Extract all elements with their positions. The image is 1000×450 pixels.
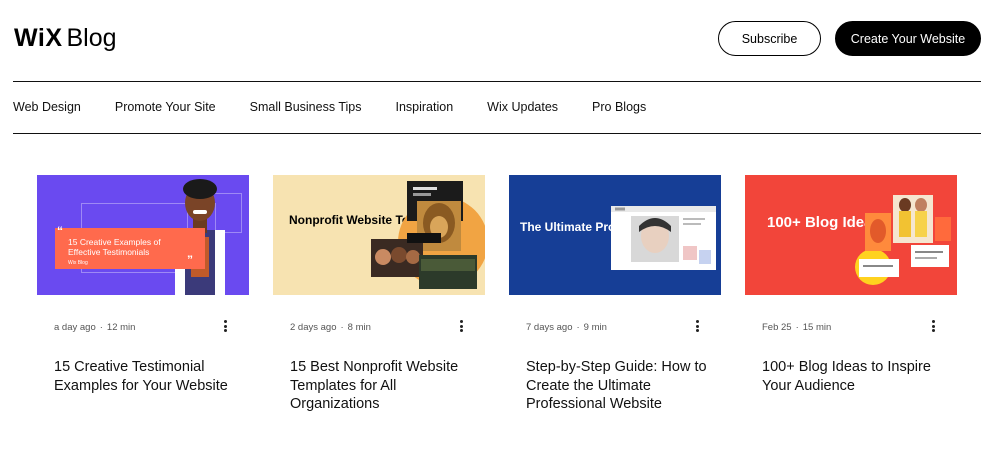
site-header: WiX Blog Subscribe Create Your Website bbox=[0, 0, 1000, 80]
post-read-time: 12 min bbox=[106, 322, 136, 333]
post-thumbnail[interactable]: Nonprofit Website Templates bbox=[273, 175, 485, 295]
post-title[interactable]: 100+ Blog Ideas to Inspire Your Audience bbox=[762, 358, 957, 395]
post-meta: 7 days ago · 9 min bbox=[526, 322, 607, 333]
post-meta: a day ago · 12 min bbox=[54, 322, 136, 333]
post-date: 7 days ago bbox=[526, 322, 573, 333]
post-meta: Feb 25 · 15 min bbox=[762, 322, 832, 333]
more-options-icon[interactable] bbox=[220, 320, 230, 334]
nav-divider bbox=[13, 133, 981, 134]
post-card: 15 Creative Examples of Effective Testim… bbox=[37, 175, 249, 394]
nav-item-wix-updates[interactable]: Wix Updates bbox=[487, 100, 558, 116]
nav-item-web-design[interactable]: Web Design bbox=[13, 100, 81, 116]
browser-content-illustration bbox=[611, 206, 716, 264]
logo-blog-text: Blog bbox=[66, 24, 117, 52]
thumbnail-text: 15 Creative Examples of Effective Testim… bbox=[68, 237, 161, 257]
post-read-time: 8 min bbox=[347, 322, 371, 333]
blog-ideas-collage-illustration bbox=[855, 195, 951, 285]
header-divider bbox=[13, 81, 981, 82]
browser-mockup bbox=[611, 206, 716, 270]
quote-close-icon: ” bbox=[187, 253, 193, 267]
more-options-icon[interactable] bbox=[692, 320, 702, 334]
post-thumbnail[interactable]: 100+ Blog Ideas bbox=[745, 175, 957, 295]
post-title[interactable]: 15 Best Nonprofit Website Templates for … bbox=[290, 358, 485, 414]
more-options-icon[interactable] bbox=[456, 320, 466, 334]
post-read-time: 15 min bbox=[802, 322, 832, 333]
nav-item-promote-your-site[interactable]: Promote Your Site bbox=[115, 100, 216, 116]
subscribe-button[interactable]: Subscribe bbox=[718, 21, 821, 56]
post-date: a day ago bbox=[54, 322, 96, 333]
wix-blog-logo[interactable]: WiX Blog bbox=[14, 24, 117, 53]
template-collage-illustration bbox=[371, 181, 477, 289]
nav-item-small-business-tips[interactable]: Small Business Tips bbox=[250, 100, 362, 116]
nav-item-pro-blogs[interactable]: Pro Blogs bbox=[592, 100, 646, 116]
post-read-time: 9 min bbox=[583, 322, 607, 333]
thumbnail-subtext: Wix Blog bbox=[68, 260, 88, 266]
post-thumbnail[interactable]: The Ultimate Pro Website bbox=[509, 175, 721, 295]
post-card: 100+ Blog Ideas Feb 25 · 15 min 100+ Blog … bbox=[745, 175, 957, 394]
create-website-button[interactable]: Create Your Website bbox=[835, 21, 981, 56]
nav-item-inspiration[interactable]: Inspiration bbox=[395, 100, 453, 116]
post-card: Nonprofit Website Templates 2 days ago · 8… bbox=[273, 175, 485, 412]
post-title[interactable]: Step-by-Step Guide: How to Create the Ul… bbox=[526, 358, 721, 414]
post-title[interactable]: 15 Creative Testimonial Examples for You… bbox=[54, 358, 249, 395]
post-card: The Ultimate Pro Website 7 days ago · 9 mi… bbox=[509, 175, 721, 412]
more-options-icon[interactable] bbox=[928, 320, 938, 334]
post-date: 2 days ago bbox=[290, 322, 337, 333]
quote-open-icon: “ bbox=[57, 224, 63, 238]
post-meta: 2 days ago · 8 min bbox=[290, 322, 371, 333]
post-thumbnail[interactable]: 15 Creative Examples of Effective Testim… bbox=[37, 175, 249, 295]
logo-wix-text: WiX bbox=[14, 24, 63, 52]
category-nav: Web Design Promote Your Site Small Busin… bbox=[13, 100, 680, 116]
post-date: Feb 25 bbox=[762, 322, 792, 333]
thumbnail-panel: 15 Creative Examples of Effective Testim… bbox=[55, 228, 205, 269]
